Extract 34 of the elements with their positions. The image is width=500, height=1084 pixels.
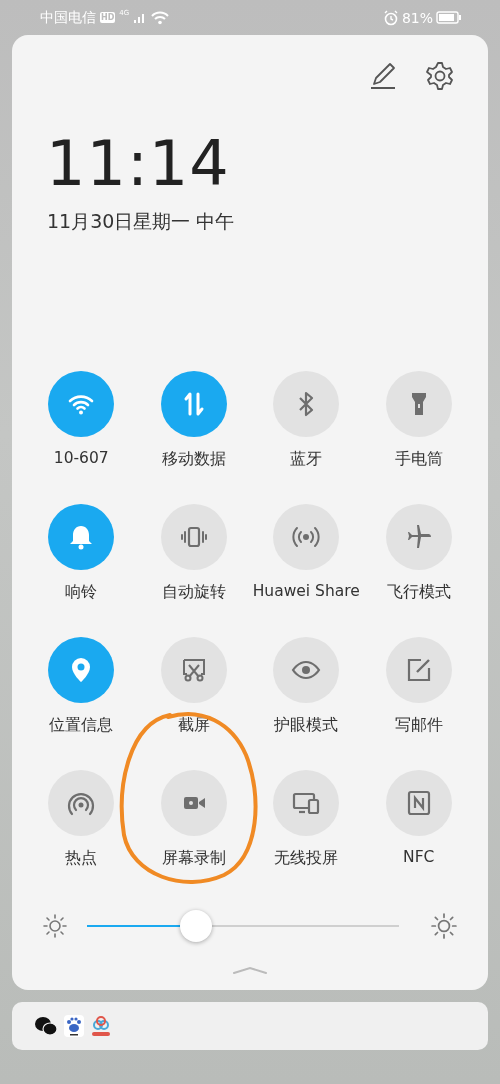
paw-app-icon	[64, 1015, 84, 1037]
settings-icon	[425, 61, 455, 91]
toggle-label: 10-607	[53, 449, 109, 467]
toggle-label: 响铃	[65, 582, 98, 603]
hd-badge: HD	[100, 12, 116, 23]
sun-icon	[431, 913, 457, 939]
toggle-label: 无线投屏	[274, 848, 339, 869]
toggle-label: 蓝牙	[290, 449, 323, 470]
battery-icon	[436, 11, 462, 24]
toggle-label: 截屏	[177, 715, 210, 736]
toggle-label: 飞行模式	[386, 582, 451, 603]
toggle-label: 写邮件	[394, 715, 443, 736]
wifi-icon	[151, 10, 170, 25]
toggle-label: 移动数据	[161, 449, 226, 470]
collapse-handle-icon[interactable]	[232, 966, 268, 974]
slider-thumb[interactable]	[180, 910, 213, 942]
toggle-label: 自动旋转	[161, 582, 226, 603]
alarm-clock-icon	[382, 9, 399, 26]
toggle-label: Huawei Share	[252, 582, 360, 600]
notification-bar[interactable]	[12, 1002, 488, 1050]
chat-bubbles-icon	[34, 1015, 58, 1037]
battery-percentage: 81%	[401, 9, 433, 26]
toggle-label: 屏幕录制	[161, 848, 226, 869]
settings-button[interactable]	[425, 61, 455, 91]
clock-date: 11月30日星期一 中午	[47, 209, 235, 234]
toggle-label: 手电筒	[394, 449, 443, 470]
toggle-label: 护眼模式	[274, 715, 339, 736]
toggle-label: NFC	[403, 848, 435, 866]
cloud-app-icon	[90, 1015, 112, 1037]
carrier-name: 中国电信	[40, 8, 96, 27]
clock-time: 11:14	[46, 133, 230, 195]
sun-icon	[43, 914, 67, 938]
toggle-label: 热点	[65, 848, 98, 869]
toggle-label: 位置信息	[49, 715, 114, 736]
